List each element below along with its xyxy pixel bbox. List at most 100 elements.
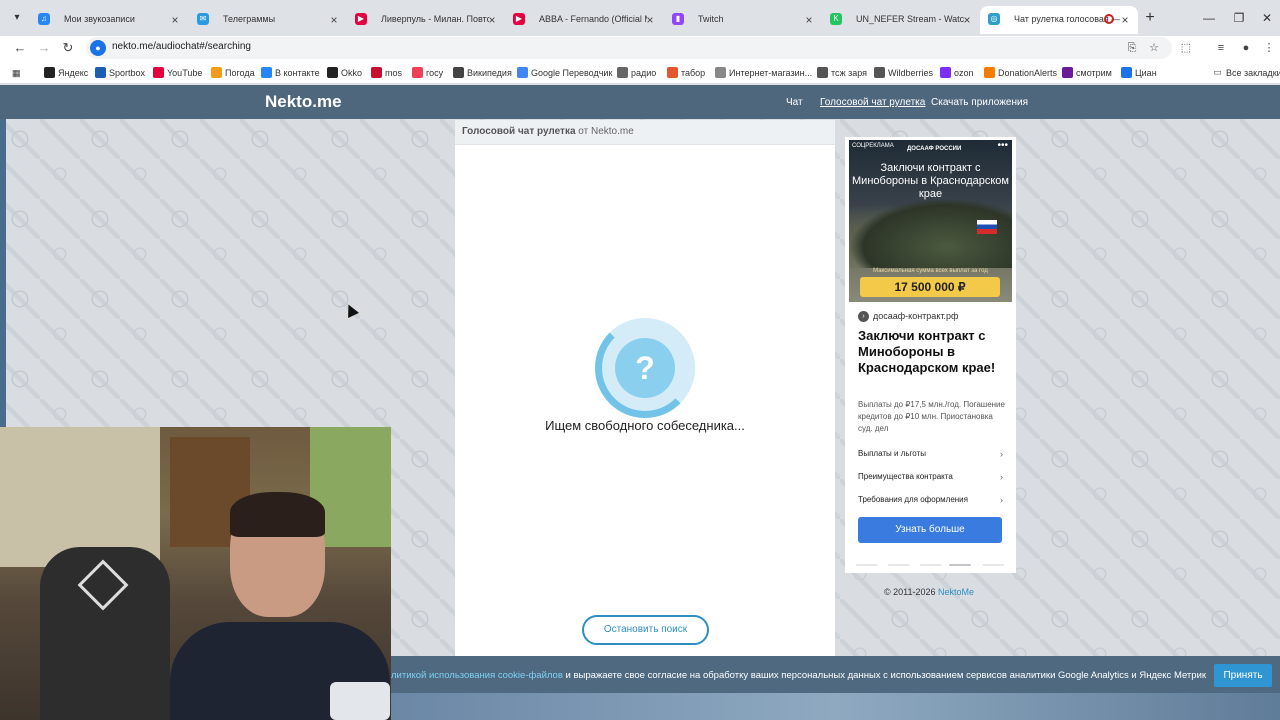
bookmark-label: Sportbox [109, 68, 146, 78]
ad-more-icon[interactable]: ••• [997, 140, 1008, 151]
bookmark-item[interactable]: табор [667, 66, 705, 80]
tab-close-icon[interactable]: × [643, 13, 657, 27]
cup [330, 682, 390, 720]
tab-0[interactable]: ♫ Мои звукозаписи × [30, 6, 188, 34]
all-bookmarks-label: Все закладки [1226, 68, 1280, 78]
tab-6[interactable]: ◎ Чат рулетка голосовая — × [980, 6, 1138, 34]
ad-link-label: Выплаты и льготы [858, 449, 926, 458]
address-url[interactable]: nekto.me/audiochat#/searching [112, 41, 251, 52]
tab-search-chevron-icon[interactable]: ▾ [6, 8, 28, 28]
bookmark-item[interactable]: Sportbox [95, 66, 145, 80]
bookmark-item[interactable]: В контакте [261, 66, 320, 80]
microphone-permission-icon[interactable]: ● [90, 40, 106, 56]
close-window-icon[interactable]: ✕ [1258, 9, 1276, 27]
site-logo[interactable]: Nekto.me [265, 92, 342, 112]
apps-grid-icon[interactable]: ▦ [12, 66, 21, 80]
bookmark-item[interactable]: Google Переводчик [517, 66, 612, 80]
ad-sum: 17 500 000 ₽ [860, 277, 1000, 297]
nav-voice-chat[interactable]: Голосовой чат рулетка [820, 97, 925, 108]
pager-dot[interactable] [856, 564, 878, 566]
bookmark-item[interactable]: Яндекс [44, 66, 88, 80]
browser-toolbar: ← → ↻ ● nekto.me/audiochat#/searching ⎘ … [0, 36, 1280, 60]
bookmark-label: mos [385, 68, 403, 78]
ad-domain-text: досааф-контракт.рф [873, 311, 959, 321]
bookmark-label: Wildberries [888, 68, 934, 78]
stop-search-button[interactable]: Остановить поиск [582, 615, 709, 645]
copyright-brand-link[interactable]: NektoMe [938, 587, 974, 597]
new-tab-plus-icon[interactable]: + [1141, 9, 1159, 27]
bookmark-item[interactable]: Интернет-магазин... [715, 66, 812, 80]
bookmark-label: госу [426, 68, 444, 78]
tab-close-icon[interactable]: × [327, 13, 341, 27]
ad-title[interactable]: Заключи контракт с Минобороны в Краснода… [858, 328, 1008, 376]
streamer-hair [230, 492, 325, 537]
ozon-icon [940, 67, 951, 78]
pager-dot-active[interactable] [949, 564, 971, 566]
gosuslugi-icon [412, 67, 423, 78]
address-bar[interactable]: ● nekto.me/audiochat#/searching ⎘ ☆ [86, 37, 1172, 59]
youtube-icon: ▶ [513, 13, 525, 25]
ad-learn-more-button[interactable]: Узнать больше [858, 517, 1002, 543]
tabor-icon [667, 67, 678, 78]
tab-2[interactable]: ▶ Ливерпуль - Милан. Повтор &× [347, 6, 505, 34]
tab-close-icon[interactable]: × [960, 13, 974, 27]
bookmark-label: ozon [954, 68, 974, 78]
tab-close-icon[interactable]: × [802, 13, 816, 27]
ad-domain[interactable]: › досааф-контракт.рф [858, 311, 959, 322]
tab-4[interactable]: ▮ Twitch × [664, 6, 822, 34]
bookmark-item[interactable]: госу [412, 66, 443, 80]
pager-dot[interactable] [920, 564, 942, 566]
ad-banner[interactable]: СОЦРЕКЛАМА ••• ДОСААФ РОССИИ Заключи кон… [845, 137, 1016, 573]
pager-dot[interactable] [888, 564, 910, 566]
back-arrow-icon[interactable]: ← [10, 38, 30, 58]
bookmark-item[interactable]: тсж заря [817, 66, 867, 80]
bookmark-item[interactable]: Wildberries [874, 66, 933, 80]
pager-dot[interactable] [982, 564, 1004, 566]
streamer [170, 492, 390, 720]
tab-1[interactable]: ✉ Телеграммы × [189, 6, 347, 34]
bookmark-item[interactable]: YouTube [153, 66, 202, 80]
bookmark-item[interactable]: Википедия [453, 66, 512, 80]
reload-icon[interactable]: ↻ [58, 38, 78, 58]
ad-link-advantages[interactable]: Преимущества контракта › [858, 472, 1003, 482]
ad-social-label: СОЦРЕКЛАМА [852, 143, 894, 149]
tab-3[interactable]: ▶ ABBA - Fernando (Official Mus× [505, 6, 663, 34]
cookie-policy-link[interactable]: литикой использования cookie-файлов [391, 670, 563, 681]
tab-title: Телеграммы [223, 14, 276, 24]
bookmark-item[interactable]: mos [371, 66, 402, 80]
bookmark-item[interactable]: смотрим [1062, 66, 1112, 80]
nav-chat[interactable]: Чат [786, 97, 803, 108]
bookmark-item[interactable]: ozon [940, 66, 974, 80]
bookmark-item[interactable]: Циан [1121, 66, 1157, 80]
cookie-accept-button[interactable]: Принять [1214, 664, 1272, 687]
tab-close-icon[interactable]: × [1118, 13, 1132, 27]
browser-menu-icon[interactable]: ⋮ [1260, 39, 1278, 57]
ad-link-label: Преимущества контракта [858, 472, 953, 481]
minimize-icon[interactable]: — [1200, 9, 1218, 27]
bookmark-star-icon[interactable]: ☆ [1146, 40, 1162, 56]
globe-icon [817, 67, 828, 78]
profile-avatar-icon[interactable]: ● [1237, 39, 1255, 57]
background-photo-strip [391, 693, 1280, 720]
mos-icon [371, 67, 382, 78]
extensions-icon[interactable]: ⬚ [1177, 39, 1195, 57]
tab-strip: ▾ ♫ Мои звукозаписи × ✉ Телеграммы × ▶ Ливерпул… [0, 0, 1280, 36]
bookmark-item[interactable]: DonationAlerts [984, 66, 1057, 80]
ad-image[interactable]: СОЦРЕКЛАМА ••• ДОСААФ РОССИИ Заключи кон… [849, 140, 1012, 302]
ad-link-requirements[interactable]: Требования для оформления › [858, 495, 1003, 505]
chevron-right-icon: › [1000, 495, 1003, 505]
tab-close-icon[interactable]: × [168, 13, 182, 27]
bookmark-item[interactable]: радио [617, 66, 656, 80]
media-control-icon[interactable]: ≡ [1212, 39, 1230, 57]
forward-arrow-icon[interactable]: → [34, 38, 54, 58]
nav-download-apps[interactable]: Скачать приложения [931, 97, 1028, 108]
restore-icon[interactable]: ❐ [1230, 9, 1248, 27]
tab-5[interactable]: K UN_NEFER Stream - Watch Live× [822, 6, 980, 34]
all-bookmarks[interactable]: ▭ Все закладки [1212, 66, 1280, 80]
tab-close-icon[interactable]: × [485, 13, 499, 27]
bookmark-label: табор [681, 68, 706, 78]
ad-link-benefits[interactable]: Выплаты и льготы › [858, 449, 1003, 459]
bookmark-item[interactable]: Погода [211, 66, 255, 80]
install-app-icon[interactable]: ⎘ [1124, 40, 1140, 56]
bookmark-item[interactable]: Okko [327, 66, 362, 80]
